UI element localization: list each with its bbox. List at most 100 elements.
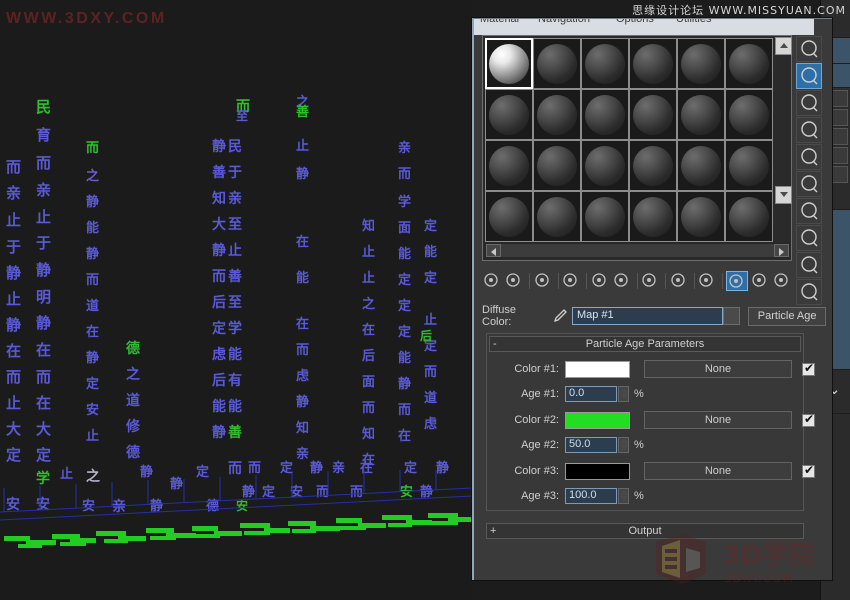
- show-map-in-viewport-icon[interactable]: [697, 271, 717, 291]
- sample-sphere: [537, 146, 577, 186]
- menu-material[interactable]: Material: [480, 19, 519, 25]
- age-input-2[interactable]: 50.0: [565, 437, 617, 453]
- sample-slot-23[interactable]: [677, 191, 725, 242]
- sample-slot-6[interactable]: [725, 38, 773, 89]
- color-row-3: Color #3:None: [497, 462, 815, 480]
- sample-slot-19[interactable]: [485, 191, 533, 242]
- map-button-1[interactable]: None: [644, 360, 792, 378]
- diffuse-map-field[interactable]: Map #1: [572, 307, 723, 325]
- menu-bar[interactable]: Material Navigation Options Utilities: [474, 19, 814, 35]
- map-enable-checkbox-2[interactable]: [802, 414, 815, 427]
- sample-slot-10[interactable]: [629, 89, 677, 140]
- age-input-3[interactable]: 100.0: [565, 488, 617, 504]
- particle-glyph: 虑: [296, 370, 309, 383]
- color-swatch-1[interactable]: [565, 361, 630, 378]
- color-swatch-3[interactable]: [565, 463, 630, 480]
- particle-glyph: 亲: [6, 186, 21, 201]
- sample-slot-1[interactable]: [485, 38, 533, 89]
- particle-glyph: 止: [362, 246, 375, 259]
- viewport[interactable]: WWW.3DXY.COM 民育而亲止于静明静在而在大定学安而亲止于静止静在而止大…: [0, 0, 472, 600]
- sample-slot-14[interactable]: [533, 140, 581, 191]
- reset-map-icon[interactable]: [561, 271, 581, 291]
- video-color-check-icon[interactable]: [796, 144, 822, 170]
- material-editor-window[interactable]: Material Navigation Options Utilities Di…: [472, 18, 832, 580]
- map-type-button[interactable]: Particle Age: [748, 307, 826, 326]
- age-input-1[interactable]: 0.0: [565, 386, 617, 402]
- particle-glyph: 止: [362, 272, 375, 285]
- map-button-2[interactable]: None: [644, 411, 792, 429]
- sample-slot-9[interactable]: [581, 89, 629, 140]
- sample-slot-21[interactable]: [581, 191, 629, 242]
- material-map-navigator-icon[interactable]: [796, 252, 822, 278]
- select-by-material-icon[interactable]: [796, 225, 822, 251]
- particle-glyph: 在: [6, 344, 21, 359]
- go-forward-to-sibling-icon[interactable]: [772, 271, 792, 291]
- color-swatch-2[interactable]: [565, 412, 630, 429]
- horizontal-tool-row[interactable]: [482, 269, 794, 293]
- sample-slot-20[interactable]: [533, 191, 581, 242]
- output-rollout-toggle-icon[interactable]: +: [490, 524, 496, 538]
- eyedropper-icon[interactable]: [551, 307, 568, 325]
- show-end-result-icon[interactable]: [726, 271, 748, 291]
- sample-slot-24[interactable]: [725, 191, 773, 242]
- slot-horizontal-scrollbar[interactable]: [485, 243, 790, 258]
- sample-slot-15[interactable]: [581, 140, 629, 191]
- sample-slot-7[interactable]: [485, 89, 533, 140]
- age-spinner-1[interactable]: [618, 386, 629, 402]
- map-button-3[interactable]: None: [644, 462, 792, 480]
- get-material-icon[interactable]: [482, 271, 502, 291]
- sample-slot-16[interactable]: [629, 140, 677, 191]
- sample-slot-17[interactable]: [677, 140, 725, 191]
- sample-slot-22[interactable]: [629, 191, 677, 242]
- go-to-parent-icon[interactable]: [750, 271, 770, 291]
- sample-type-icon[interactable]: [796, 36, 822, 62]
- make-preview-icon[interactable]: [796, 171, 822, 197]
- particle-glyph: 善: [296, 106, 309, 119]
- sample-slot-5[interactable]: [677, 38, 725, 89]
- sample-slot-12[interactable]: [725, 89, 773, 140]
- menu-navigation[interactable]: Navigation: [538, 19, 590, 25]
- make-material-copy-icon[interactable]: [590, 271, 610, 291]
- assign-material-to-selection-icon[interactable]: [533, 271, 553, 291]
- sample-slot-grid[interactable]: [485, 38, 773, 242]
- background-checker-icon[interactable]: [796, 90, 822, 116]
- map-enable-checkbox-3[interactable]: [802, 465, 815, 478]
- slot-scroll-up-button[interactable]: [775, 37, 792, 55]
- particle-glyph: 能: [398, 352, 411, 365]
- make-unique-icon[interactable]: [612, 271, 632, 291]
- sample-slot-8[interactable]: [533, 89, 581, 140]
- menu-options[interactable]: Options: [616, 19, 654, 25]
- sample-slot-11[interactable]: [677, 89, 725, 140]
- scroll-right-button[interactable]: [774, 244, 789, 257]
- sample-slot-2[interactable]: [533, 38, 581, 89]
- particle-glyph: 定: [212, 322, 226, 336]
- put-to-library-icon[interactable]: [640, 271, 660, 291]
- sample-slot-13[interactable]: [485, 140, 533, 191]
- sample-slot-panel[interactable]: [482, 35, 792, 261]
- particle-glyph: 静: [6, 318, 21, 333]
- material-effects-channel-icon[interactable]: [669, 271, 689, 291]
- particle-emitter-plane: [0, 498, 472, 568]
- menu-utilities[interactable]: Utilities: [676, 19, 711, 25]
- vertical-tool-strip[interactable]: [796, 35, 826, 325]
- map-enable-checkbox-1[interactable]: [802, 363, 815, 376]
- sample-sphere: [489, 44, 529, 84]
- age-spinner-3[interactable]: [618, 488, 629, 504]
- particle-glyph: 大: [6, 422, 21, 437]
- particle-age-parameters-rollout[interactable]: - Particle Age Parameters Color #1:NoneA…: [486, 333, 804, 511]
- color-label-2: Color #2:: [497, 414, 559, 426]
- age-spinner-2[interactable]: [618, 437, 629, 453]
- backlight-icon[interactable]: [796, 63, 822, 89]
- options-icon[interactable]: [796, 198, 822, 224]
- put-material-to-scene-icon[interactable]: [504, 271, 524, 291]
- slot-scroll-down-button[interactable]: [775, 186, 792, 204]
- diffuse-map-dropdown-button[interactable]: [723, 307, 741, 325]
- sample-uv-tiling-icon[interactable]: [796, 117, 822, 143]
- sample-slot-18[interactable]: [725, 140, 773, 191]
- scroll-left-button[interactable]: [486, 244, 501, 257]
- pick-material-icon[interactable]: [796, 279, 822, 305]
- rollout-toggle-icon[interactable]: -: [493, 337, 497, 351]
- rollout-header[interactable]: - Particle Age Parameters: [489, 336, 801, 352]
- sample-slot-3[interactable]: [581, 38, 629, 89]
- sample-slot-4[interactable]: [629, 38, 677, 89]
